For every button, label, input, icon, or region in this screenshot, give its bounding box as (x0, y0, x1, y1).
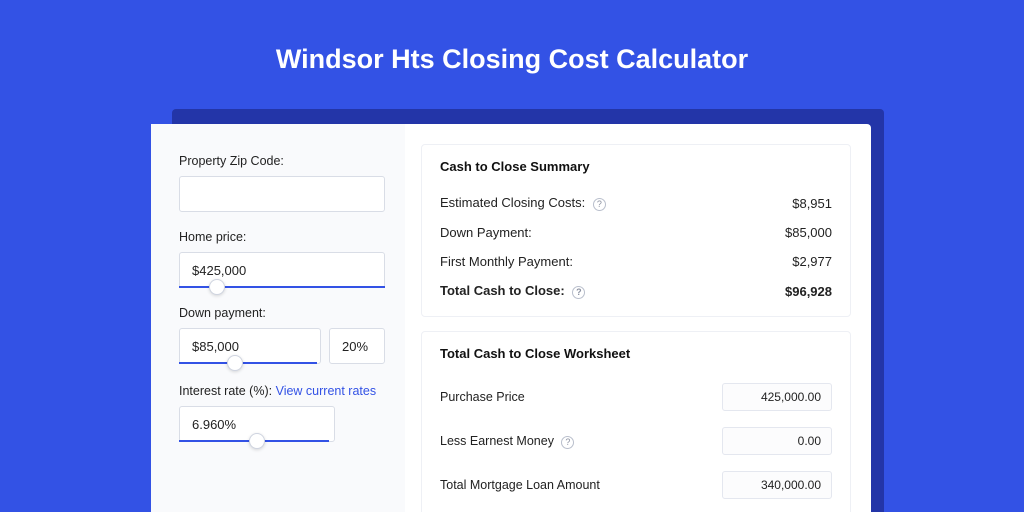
down-payment-input[interactable] (179, 328, 321, 364)
worksheet-row: Less Earnest Money ? (440, 419, 832, 463)
interest-rate-label: Interest rate (%): View current rates (179, 384, 385, 398)
home-price-slider[interactable] (179, 286, 385, 288)
results-column: Cash to Close Summary Estimated Closing … (405, 124, 871, 512)
summary-row-value: $85,000 (785, 225, 832, 240)
down-payment-slider[interactable] (179, 362, 317, 364)
worksheet-value-input[interactable] (722, 427, 832, 455)
summary-row: Estimated Closing Costs: ? $8,951 (440, 188, 832, 218)
field-interest-rate: Interest rate (%): View current rates (179, 384, 385, 442)
worksheet-row-label: Total Mortgage Loan Amount (440, 478, 600, 492)
slider-thumb-icon[interactable] (227, 355, 243, 371)
summary-total-label: Total Cash to Close: (440, 283, 565, 298)
slider-thumb-icon[interactable] (209, 279, 225, 295)
worksheet-panel: Total Cash to Close Worksheet Purchase P… (421, 331, 851, 512)
worksheet-row: Total Mortgage Loan Amount (440, 463, 832, 507)
home-price-label: Home price: (179, 230, 385, 244)
summary-row: Down Payment: $85,000 (440, 218, 832, 247)
worksheet-value-input[interactable] (722, 383, 832, 411)
inputs-column: Property Zip Code: Home price: Down paym… (151, 124, 405, 512)
field-zip: Property Zip Code: (179, 154, 385, 212)
help-icon[interactable]: ? (572, 286, 585, 299)
summary-total-value: $96,928 (785, 284, 832, 299)
worksheet-row-label: Less Earnest Money (440, 434, 554, 448)
slider-thumb-icon[interactable] (249, 433, 265, 449)
summary-row-label: Down Payment: (440, 225, 532, 240)
page-title: Windsor Hts Closing Cost Calculator (0, 0, 1024, 99)
summary-row: First Monthly Payment: $2,977 (440, 247, 832, 276)
worksheet-row: Total Second Mortgage Amount ? (440, 507, 832, 512)
worksheet-title: Total Cash to Close Worksheet (440, 346, 832, 361)
interest-rate-slider[interactable] (179, 440, 329, 442)
summary-row-label: First Monthly Payment: (440, 254, 573, 269)
worksheet-value-input[interactable] (722, 471, 832, 499)
zip-input[interactable] (179, 176, 385, 212)
down-payment-pct-input[interactable] (329, 328, 385, 364)
help-icon[interactable]: ? (593, 198, 606, 211)
zip-label: Property Zip Code: (179, 154, 385, 168)
summary-row-value: $8,951 (792, 196, 832, 211)
summary-panel: Cash to Close Summary Estimated Closing … (421, 144, 851, 317)
worksheet-row: Purchase Price (440, 375, 832, 419)
calculator-card: Property Zip Code: Home price: Down paym… (151, 124, 871, 512)
irate-label-text: Interest rate (%): (179, 384, 272, 398)
summary-row-label: Estimated Closing Costs: (440, 195, 585, 210)
field-home-price: Home price: (179, 230, 385, 288)
field-down-payment: Down payment: (179, 306, 385, 366)
help-icon[interactable]: ? (561, 436, 574, 449)
down-payment-label: Down payment: (179, 306, 385, 320)
summary-row-value: $2,977 (792, 254, 832, 269)
worksheet-row-label: Purchase Price (440, 390, 525, 404)
summary-total-row: Total Cash to Close: ? $96,928 (440, 276, 832, 306)
summary-title: Cash to Close Summary (440, 159, 832, 174)
view-rates-link[interactable]: View current rates (276, 384, 377, 398)
